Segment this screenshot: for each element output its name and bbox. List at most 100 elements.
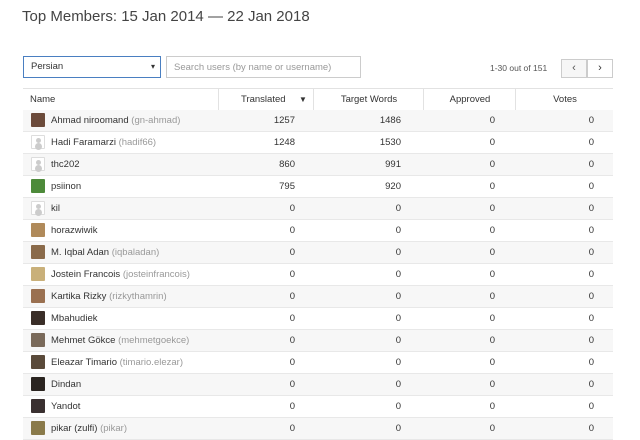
approved-count: 0 xyxy=(489,357,495,368)
approved-count: 0 xyxy=(489,203,495,214)
member-display-name: psiinon xyxy=(51,181,82,192)
avatar[interactable] xyxy=(31,333,45,347)
avatar[interactable] xyxy=(31,135,45,149)
member-name[interactable]: Dindan xyxy=(51,374,81,395)
table-row: horazwiwik 0 0 0 0 xyxy=(23,220,613,242)
avatar[interactable] xyxy=(31,245,45,259)
avatar[interactable] xyxy=(31,399,45,413)
column-header-name[interactable]: Name xyxy=(23,89,225,110)
translated-count: 0 xyxy=(289,379,295,390)
target-words-count: 0 xyxy=(395,379,401,390)
avatar[interactable] xyxy=(31,355,45,369)
member-display-name: Jostein Francois xyxy=(51,269,121,280)
member-name[interactable]: Eleazar Timario (timario.elezar) xyxy=(51,352,183,373)
prev-page-button[interactable]: ‹ xyxy=(561,59,587,78)
member-name[interactable]: kil xyxy=(51,198,60,219)
target-words-count: 991 xyxy=(385,159,401,170)
sort-desc-icon: ▼ xyxy=(299,95,307,104)
votes-count: 0 xyxy=(588,401,594,412)
approved-count: 0 xyxy=(489,159,495,170)
votes-count: 0 xyxy=(588,181,594,192)
approved-count: 0 xyxy=(489,225,495,236)
avatar[interactable] xyxy=(31,201,45,215)
approved-count: 0 xyxy=(489,379,495,390)
translated-count: 1248 xyxy=(273,137,295,148)
votes-count: 0 xyxy=(588,357,594,368)
member-name[interactable]: Mbahudiek xyxy=(51,308,97,329)
approved-count: 0 xyxy=(489,423,495,434)
votes-count: 0 xyxy=(588,159,594,170)
column-header-translated[interactable]: Translated ▼ xyxy=(218,89,314,110)
target-words-count: 1530 xyxy=(379,137,401,148)
approved-count: 0 xyxy=(489,313,495,324)
translated-count: 860 xyxy=(279,159,295,170)
avatar[interactable] xyxy=(31,377,45,391)
member-name[interactable]: Hadi Faramarzi (hadif66) xyxy=(51,132,156,153)
translated-count: 795 xyxy=(279,181,295,192)
target-words-count: 0 xyxy=(395,269,401,280)
table-row: Yandot 0 0 0 0 xyxy=(23,396,613,418)
votes-count: 0 xyxy=(588,247,594,258)
member-name[interactable]: Yandot xyxy=(51,396,80,417)
translated-count: 0 xyxy=(289,423,295,434)
member-name[interactable]: Mehmet Gökce (mehmetgoekce) xyxy=(51,330,189,351)
avatar[interactable] xyxy=(31,421,45,435)
translated-count: 0 xyxy=(289,313,295,324)
member-name[interactable]: Kartika Rizky (rizkythamrin) xyxy=(51,286,167,307)
table-row: kil 0 0 0 0 xyxy=(23,198,613,220)
approved-count: 0 xyxy=(489,401,495,412)
search-users-input[interactable] xyxy=(166,56,361,78)
member-display-name: Yandot xyxy=(51,401,81,412)
page-title: Top Members: 15 Jan 2014 — 22 Jan 2018 xyxy=(22,8,310,25)
pagination-range: 1-30 out of 151 xyxy=(490,63,548,73)
target-words-count: 0 xyxy=(395,335,401,346)
chevron-down-icon: ▾ xyxy=(150,62,155,71)
avatar[interactable] xyxy=(31,311,45,325)
table-row: Mbahudiek 0 0 0 0 xyxy=(23,308,613,330)
member-username: (josteinfrancois) xyxy=(122,269,190,280)
table-row: Jostein Francois (josteinfrancois) 0 0 0 0 xyxy=(23,264,613,286)
chevron-right-icon: › xyxy=(598,62,602,74)
member-name[interactable]: Ahmad niroomand (gn-ahmad) xyxy=(51,110,180,131)
translated-count: 0 xyxy=(289,401,295,412)
votes-count: 0 xyxy=(588,203,594,214)
member-display-name: Hadi Faramarzi xyxy=(51,137,116,148)
approved-count: 0 xyxy=(489,181,495,192)
language-select[interactable]: Persian ▾ xyxy=(23,56,161,78)
avatar[interactable] xyxy=(31,223,45,237)
target-words-count: 0 xyxy=(395,291,401,302)
table-row: Eleazar Timario (timario.elezar) 0 0 0 0 xyxy=(23,352,613,374)
avatar[interactable] xyxy=(31,267,45,281)
member-name[interactable]: psiinon xyxy=(51,176,81,197)
member-name[interactable]: Jostein Francois (josteinfrancois) xyxy=(51,264,190,285)
votes-count: 0 xyxy=(588,379,594,390)
avatar[interactable] xyxy=(31,289,45,303)
target-words-count: 0 xyxy=(395,357,401,368)
column-header-approved[interactable]: Approved xyxy=(423,89,516,110)
member-name[interactable]: horazwiwik xyxy=(51,220,97,241)
column-header-votes[interactable]: Votes xyxy=(515,89,614,110)
votes-count: 0 xyxy=(588,335,594,346)
member-display-name: Eleazar Timario xyxy=(51,357,117,368)
column-header-target-words[interactable]: Target Words xyxy=(313,89,424,110)
member-name[interactable]: thc202 xyxy=(51,154,80,175)
member-username: (timario.elezar) xyxy=(119,357,183,368)
member-display-name: Dindan xyxy=(51,379,82,390)
table-row: pikar (zulfi) (pikar) 0 0 0 0 xyxy=(23,418,613,440)
next-page-button[interactable]: › xyxy=(587,59,613,78)
approved-count: 0 xyxy=(489,269,495,280)
approved-count: 0 xyxy=(489,247,495,258)
votes-count: 0 xyxy=(588,423,594,434)
member-name[interactable]: M. Iqbal Adan (iqbaladan) xyxy=(51,242,159,263)
avatar[interactable] xyxy=(31,179,45,193)
avatar[interactable] xyxy=(31,157,45,171)
member-display-name: Mehmet Gökce xyxy=(51,335,116,346)
table-row: Dindan 0 0 0 0 xyxy=(23,374,613,396)
translated-count: 0 xyxy=(289,269,295,280)
member-name[interactable]: pikar (zulfi) (pikar) xyxy=(51,418,127,439)
member-display-name: M. Iqbal Adan xyxy=(51,247,110,258)
target-words-count: 0 xyxy=(395,423,401,434)
avatar[interactable] xyxy=(31,113,45,127)
translated-count: 1257 xyxy=(273,115,295,126)
member-username: (iqbaladan) xyxy=(111,247,160,258)
